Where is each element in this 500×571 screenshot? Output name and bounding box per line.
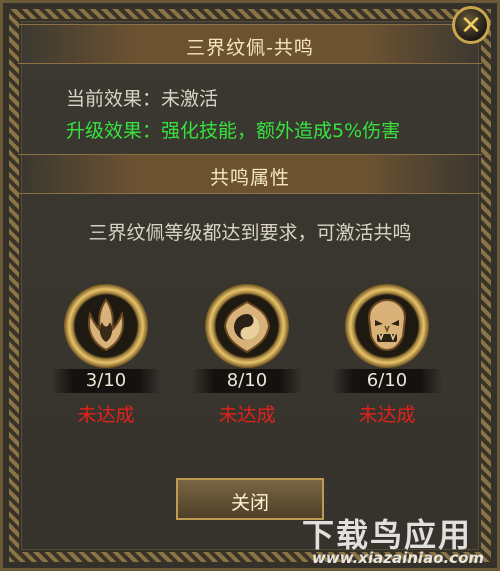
resonance-hint: 三界纹佩等级都达到要求，可激活共鸣: [88, 222, 412, 244]
badge-count: 6/10: [366, 370, 408, 391]
close-x-button[interactable]: ✕: [452, 6, 490, 44]
panel-title: 三界纹佩-共鸣: [186, 37, 314, 59]
section-header: 共鸣属性: [18, 154, 482, 194]
current-effect-text: 当前效果：未激活: [66, 88, 219, 110]
badge-status: 未达成: [77, 404, 135, 426]
section-title: 共鸣属性: [209, 167, 290, 189]
badge-status: 未达成: [218, 404, 276, 426]
badge-demon-mask[interactable]: [345, 284, 429, 368]
close-icon: ✕: [460, 11, 482, 41]
site-watermark: 下载鸟应用 www.xiazainiao.com: [298, 508, 498, 570]
badge-count-bar: 3/10: [51, 369, 161, 393]
flame-crest-icon: [88, 298, 124, 352]
demon-mask-icon: [367, 298, 407, 352]
badge-status: 未达成: [358, 404, 416, 426]
badge-yin-yang-crest[interactable]: [205, 284, 289, 368]
badge-count: 3/10: [85, 370, 127, 391]
badge-flame-crest[interactable]: [64, 284, 148, 368]
upgrade-effect-text: 升级效果：强化技能，额外造成5%伤害: [66, 120, 401, 142]
badge-count: 8/10: [226, 370, 268, 391]
title-bar: 三界纹佩-共鸣: [18, 24, 482, 64]
badge-count-bar: 8/10: [192, 369, 302, 393]
badge-count-bar: 6/10: [332, 369, 442, 393]
yin-yang-crest-icon: [223, 300, 271, 354]
watermark-url: www.xiazainiao.com: [312, 549, 485, 567]
